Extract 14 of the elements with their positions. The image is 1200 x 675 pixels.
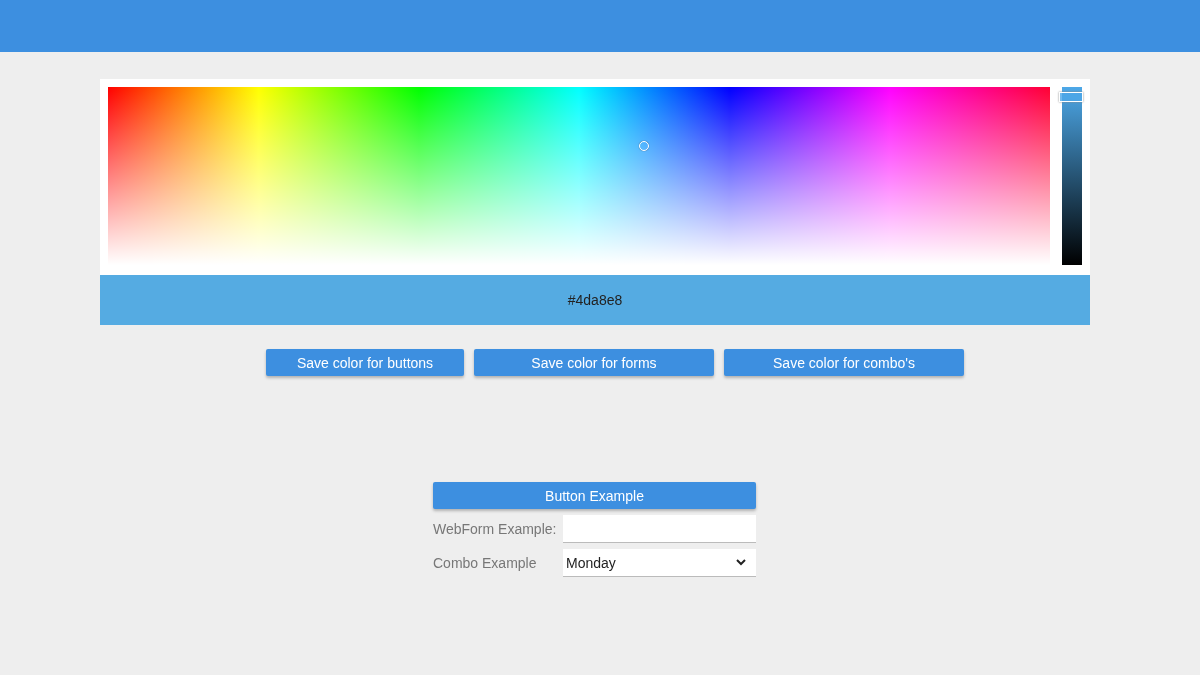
combo-label: Combo Example xyxy=(433,555,537,571)
slider-thumb[interactable] xyxy=(1059,91,1083,102)
color-gradient-area[interactable] xyxy=(108,87,1050,265)
brightness-slider[interactable] xyxy=(1062,87,1082,265)
example-button[interactable]: Button Example xyxy=(433,482,756,509)
webform-label: WebForm Example: xyxy=(433,521,557,537)
combo-dropdown[interactable]: Monday xyxy=(563,549,756,577)
webform-input-field[interactable] xyxy=(563,515,756,543)
chevron-down-icon xyxy=(736,559,746,566)
save-color-button[interactable]: Save color for buttons xyxy=(266,349,464,376)
save-color-button[interactable]: Save color for combo's xyxy=(724,349,964,376)
hex-value: #4da8e8 xyxy=(567,292,623,308)
combo-value: Monday xyxy=(566,554,616,571)
save-color-button[interactable]: Save color for forms xyxy=(474,349,714,376)
